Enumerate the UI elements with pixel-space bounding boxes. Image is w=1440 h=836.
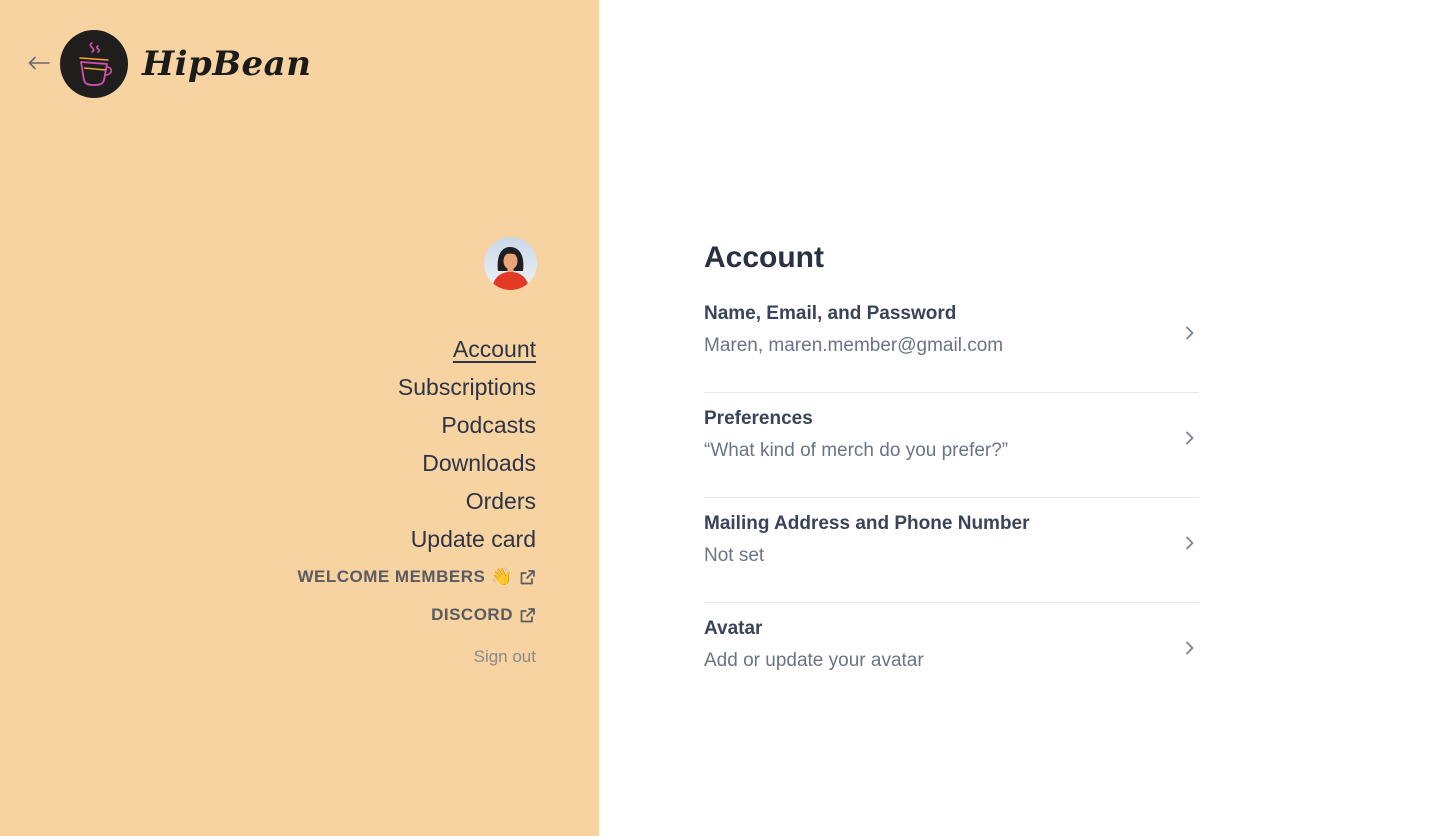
back-button[interactable] [26, 50, 52, 76]
page-title: Account [704, 241, 824, 274]
nav-item-podcasts[interactable]: Podcasts [441, 406, 536, 444]
chevron-right-icon [1186, 641, 1194, 655]
avatar-image [484, 237, 537, 290]
external-link-icon [519, 569, 536, 586]
brand-logo[interactable] [60, 30, 128, 98]
chevron-right-icon [1186, 431, 1194, 445]
welcome-members-link[interactable]: WELCOME MEMBERS 👋 [297, 558, 536, 596]
waving-hand-icon: 👋 [491, 567, 513, 586]
welcome-members-label: WELCOME MEMBERS [297, 567, 486, 586]
sign-out-link[interactable]: Sign out [474, 642, 536, 672]
coffee-cup-icon [79, 42, 113, 86]
nav-item-update-card[interactable]: Update card [411, 520, 536, 558]
chevron-right-icon [1186, 326, 1194, 340]
settings-row-mailing-address[interactable]: Mailing Address and Phone Number Not set [704, 498, 1199, 603]
row-subtitle: Add or update your avatar [704, 650, 924, 671]
row-subtitle: “What kind of merch do you prefer?” [704, 440, 1009, 461]
row-subtitle: Maren, maren.member@gmail.com [704, 335, 1004, 356]
settings-row-avatar[interactable]: Avatar Add or update your avatar [704, 603, 1199, 708]
row-title: Mailing Address and Phone Number [704, 513, 1030, 534]
user-avatar[interactable] [484, 237, 537, 290]
row-title: Preferences [704, 408, 813, 429]
sidebar-nav: Account Subscriptions Podcasts Downloads… [297, 330, 536, 672]
nav-item-downloads[interactable]: Downloads [422, 444, 536, 482]
discord-label: DISCORD [431, 605, 513, 624]
settings-row-name-email-password[interactable]: Name, Email, and Password Maren, maren.m… [704, 288, 1199, 393]
row-title: Name, Email, and Password [704, 303, 957, 324]
chevron-right-icon [1186, 536, 1194, 550]
discord-link[interactable]: DISCORD [431, 596, 536, 634]
sidebar: HipBean Account Subscriptions Podcasts D… [0, 0, 599, 836]
arrow-left-icon [28, 56, 50, 70]
account-panel: Account Name, Email, and Password Maren,… [704, 238, 1199, 708]
row-subtitle: Not set [704, 545, 765, 566]
nav-item-account[interactable]: Account [453, 330, 536, 368]
nav-item-orders[interactable]: Orders [466, 482, 536, 520]
row-title: Avatar [704, 618, 763, 639]
brand-wordmark[interactable]: HipBean [142, 44, 311, 84]
app-window: HipBean Account Subscriptions Podcasts D… [0, 0, 1440, 836]
settings-row-preferences[interactable]: Preferences “What kind of merch do you p… [704, 393, 1199, 498]
external-link-icon [519, 607, 536, 624]
nav-item-subscriptions[interactable]: Subscriptions [398, 368, 536, 406]
